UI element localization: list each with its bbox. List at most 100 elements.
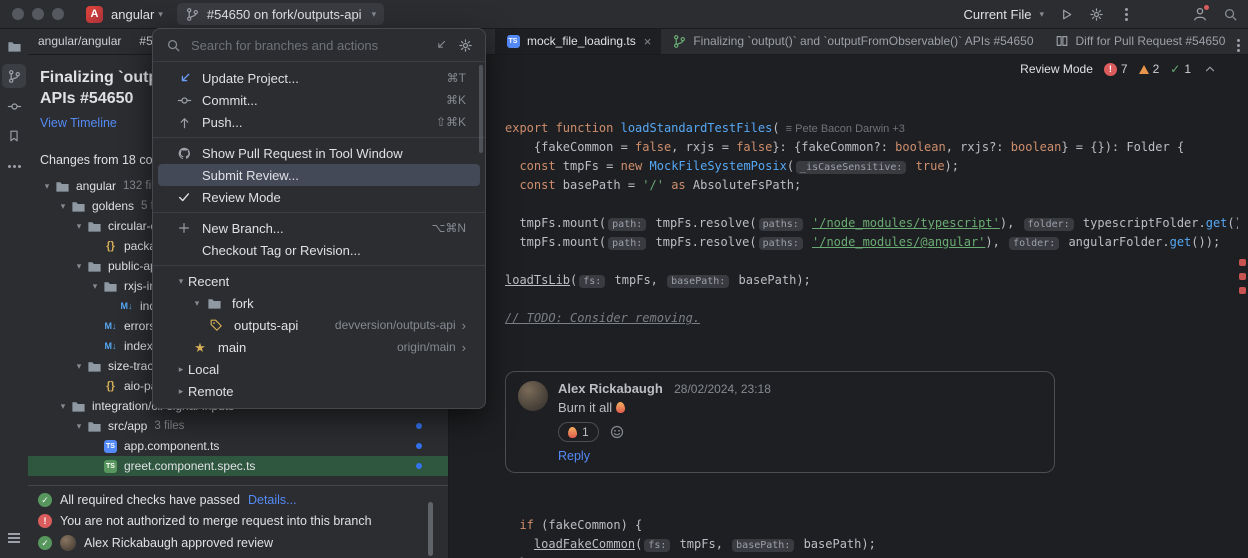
toolwindow-bookmarks-button[interactable] (2, 124, 26, 148)
menu-item-remote[interactable]: ▸Remote (158, 380, 480, 402)
toolwindow-tab-repo[interactable]: angular/angular (38, 34, 121, 48)
menu-item-new-branch[interactable]: New Branch...⌥⌘N (158, 217, 480, 239)
minimize-window-icon[interactable] (32, 8, 44, 20)
menu-item-outputs-api[interactable]: outputs-apidevversion/outputs-api› (158, 314, 480, 336)
code-line[interactable]: // TODO: Consider removing. (505, 309, 1238, 328)
menu-item-push[interactable]: Push... ⇧⌘K (158, 111, 480, 133)
chevron-right-icon: ▸ (174, 386, 188, 397)
more-icon[interactable] (1118, 6, 1134, 22)
menu-item-commit[interactable]: Commit...⌘K (158, 89, 480, 111)
profile-icon[interactable] (1192, 6, 1208, 22)
project-name[interactable]: angular (111, 7, 154, 22)
code-line[interactable]: const tmpFs = new MockFileSystemPosix(_i… (505, 157, 1238, 176)
code-line[interactable]: loadTsLib(fs: tmpFs, basePath: basePath)… (505, 271, 1238, 290)
code-line[interactable]: loadFakeCommon(fs: tmpFs, basePath: base… (505, 535, 1238, 554)
close-window-icon[interactable] (12, 8, 24, 20)
code-line[interactable]: } (505, 554, 1238, 558)
menu-item-main[interactable]: ★mainorigin/main› (158, 336, 480, 358)
code-token: basePath); (796, 537, 875, 551)
tab-mock-file-loading-ts[interactable]: TSmock_file_loading.ts× (495, 28, 661, 54)
code-token: angularFolder. (1061, 235, 1169, 249)
menu-item-submit-review[interactable]: Submit Review... (158, 164, 480, 186)
commit-icon (6, 98, 22, 114)
code-line[interactable] (505, 195, 1238, 214)
search-everywhere-icon[interactable] (1222, 6, 1238, 22)
tree-item-label: angular (76, 179, 116, 193)
tree-item-app-component-ts[interactable]: TSapp.component.ts (28, 436, 448, 456)
menu-item-shortcut: ⌘T (435, 71, 466, 85)
settings-icon[interactable] (457, 37, 473, 53)
code-token (505, 178, 519, 192)
window-controls (0, 8, 78, 20)
menu-item-label: Commit... (202, 93, 258, 108)
menu-item-show-pull-request-in-tool-window[interactable]: Show Pull Request in Tool Window (158, 142, 480, 164)
tab-diff-for-pull-request-54650[interactable]: Diff for Pull Request #54650 (1044, 28, 1236, 54)
pr-status-section: ✓ All required checks have passed Detail… (28, 485, 448, 558)
menu-item-recent[interactable]: ▾Recent (158, 270, 480, 292)
code-token: } = {}): Folder { (1061, 140, 1184, 154)
reaction-pill[interactable]: 1 (558, 422, 599, 442)
code-token: ≡ Pete Bacon Darwin +3 (780, 123, 905, 135)
tab-list-icon[interactable] (1237, 35, 1240, 50)
toolwindow-project-button[interactable] (2, 34, 26, 58)
code-token: MockFileSystemPosix (650, 159, 787, 173)
code-line[interactable] (505, 290, 1238, 309)
push-icon (176, 114, 192, 130)
code-token: ( (570, 273, 577, 287)
code-line[interactable]: tmpFs.mount(path: tmpFs.resolve(paths: '… (505, 214, 1238, 233)
menu-item-fork[interactable]: ▾fork (158, 292, 480, 314)
toolwindow-commit-button[interactable] (2, 94, 26, 118)
panel-scrollbar[interactable] (428, 502, 433, 556)
folder-icon (103, 278, 119, 294)
code-line[interactable]: const basePath = '/' as AbsoluteFsPath; (505, 176, 1238, 195)
code-token: ()); (1227, 216, 1238, 230)
menu-item-update-project[interactable]: Update Project...⌘T (158, 67, 480, 89)
menu-item-checkout-tag-or-revision[interactable]: Checkout Tag or Revision... (158, 239, 480, 261)
toolwindow-main-menu-button[interactable] (2, 526, 26, 550)
menu-item-shortcut: ⇧⌘K (424, 115, 466, 129)
warnings-indicator[interactable]: 2 (1139, 62, 1160, 76)
chevron-down-icon: ▾ (72, 361, 86, 372)
zoom-window-icon[interactable] (52, 8, 64, 20)
tree-item-greet-component-spec-ts[interactable]: TSgreet.component.spec.ts (28, 456, 448, 476)
menu-item-local[interactable]: ▸Local (158, 358, 480, 380)
popup-scrollbar[interactable] (479, 65, 483, 153)
param-hint: path: (608, 237, 646, 250)
code-token: export function (505, 121, 621, 135)
run-button[interactable] (1058, 6, 1074, 22)
tab-finalizing-output-and-outputfromobservable-apis-54650[interactable]: Finalizing `output()` and `outputFromObs… (661, 28, 1043, 54)
details-link[interactable]: Details... (248, 493, 297, 507)
file-count: 3 files (154, 420, 184, 432)
titlebar: A angular ▾ #54650 on fork/outputs-api ▾… (0, 0, 1248, 29)
run-configuration[interactable]: Current File ▾ (964, 7, 1044, 22)
toolwindow-pull-requests-button[interactable] (2, 64, 26, 88)
reply-link[interactable]: Reply (558, 449, 590, 463)
param-hint: fs: (579, 275, 605, 288)
tree-item-src-app[interactable]: ▾src/app3 files (28, 416, 448, 436)
menu-item-review-mode[interactable]: Review Mode (158, 186, 480, 208)
status-text: Alex Rickabaugh approved review (84, 536, 273, 550)
errors-indicator[interactable]: ! 7 (1104, 62, 1128, 76)
code-line[interactable] (505, 252, 1238, 271)
tree-item-label: src/app (108, 419, 147, 433)
param-hint: basePath: (667, 275, 729, 288)
chevron-up-icon[interactable] (1202, 61, 1218, 77)
close-icon[interactable]: × (644, 34, 652, 49)
toolwindow-more-button[interactable] (2, 154, 26, 178)
menu-item-label: Local (188, 362, 219, 377)
diff-icon (1054, 33, 1070, 49)
open-in-window-icon[interactable] (433, 37, 449, 53)
code-token: loadStandardTestFiles (621, 121, 773, 135)
code-line[interactable]: if (fakeCommon) { (505, 516, 1238, 535)
code-line[interactable]: tmpFs.mount(path: tmpFs.resolve(paths: '… (505, 233, 1238, 252)
settings-icon[interactable] (1088, 6, 1104, 22)
code-line[interactable]: export function loadStandardTestFiles( ≡… (505, 119, 1238, 138)
add-reaction-icon[interactable] (609, 424, 625, 440)
comment-date: 28/02/2024, 23:18 (674, 382, 771, 396)
git-branch-widget[interactable]: #54650 on fork/outputs-api ▾ (177, 3, 384, 25)
view-timeline-link[interactable]: View Timeline (40, 116, 117, 130)
code-line[interactable]: {fakeCommon = false, rxjs = false}: {fak… (505, 138, 1238, 157)
menu-item-label: Push... (202, 115, 242, 130)
search-input[interactable] (189, 37, 425, 54)
resolved-indicator[interactable]: ✓ 1 (1170, 62, 1191, 76)
